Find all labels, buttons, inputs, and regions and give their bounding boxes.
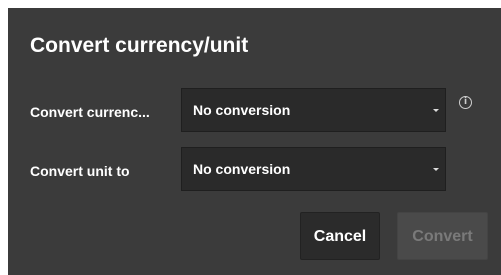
convert-dialog: Convert currency/unit Convert currenc...… [8,8,501,275]
cancel-button[interactable]: Cancel [300,212,380,260]
unit-label: Convert unit to [30,163,130,179]
chevron-down-icon [433,168,439,171]
info-icon[interactable]: i [459,96,472,109]
currency-select-value: No conversion [193,102,291,118]
unit-select[interactable]: No conversion [181,147,446,191]
currency-select[interactable]: No conversion [181,88,446,132]
chevron-down-icon [433,109,439,112]
currency-label: Convert currenc... [30,104,150,120]
dialog-title: Convert currency/unit [30,34,249,57]
convert-button[interactable]: Convert [397,212,488,260]
unit-select-value: No conversion [193,161,291,177]
